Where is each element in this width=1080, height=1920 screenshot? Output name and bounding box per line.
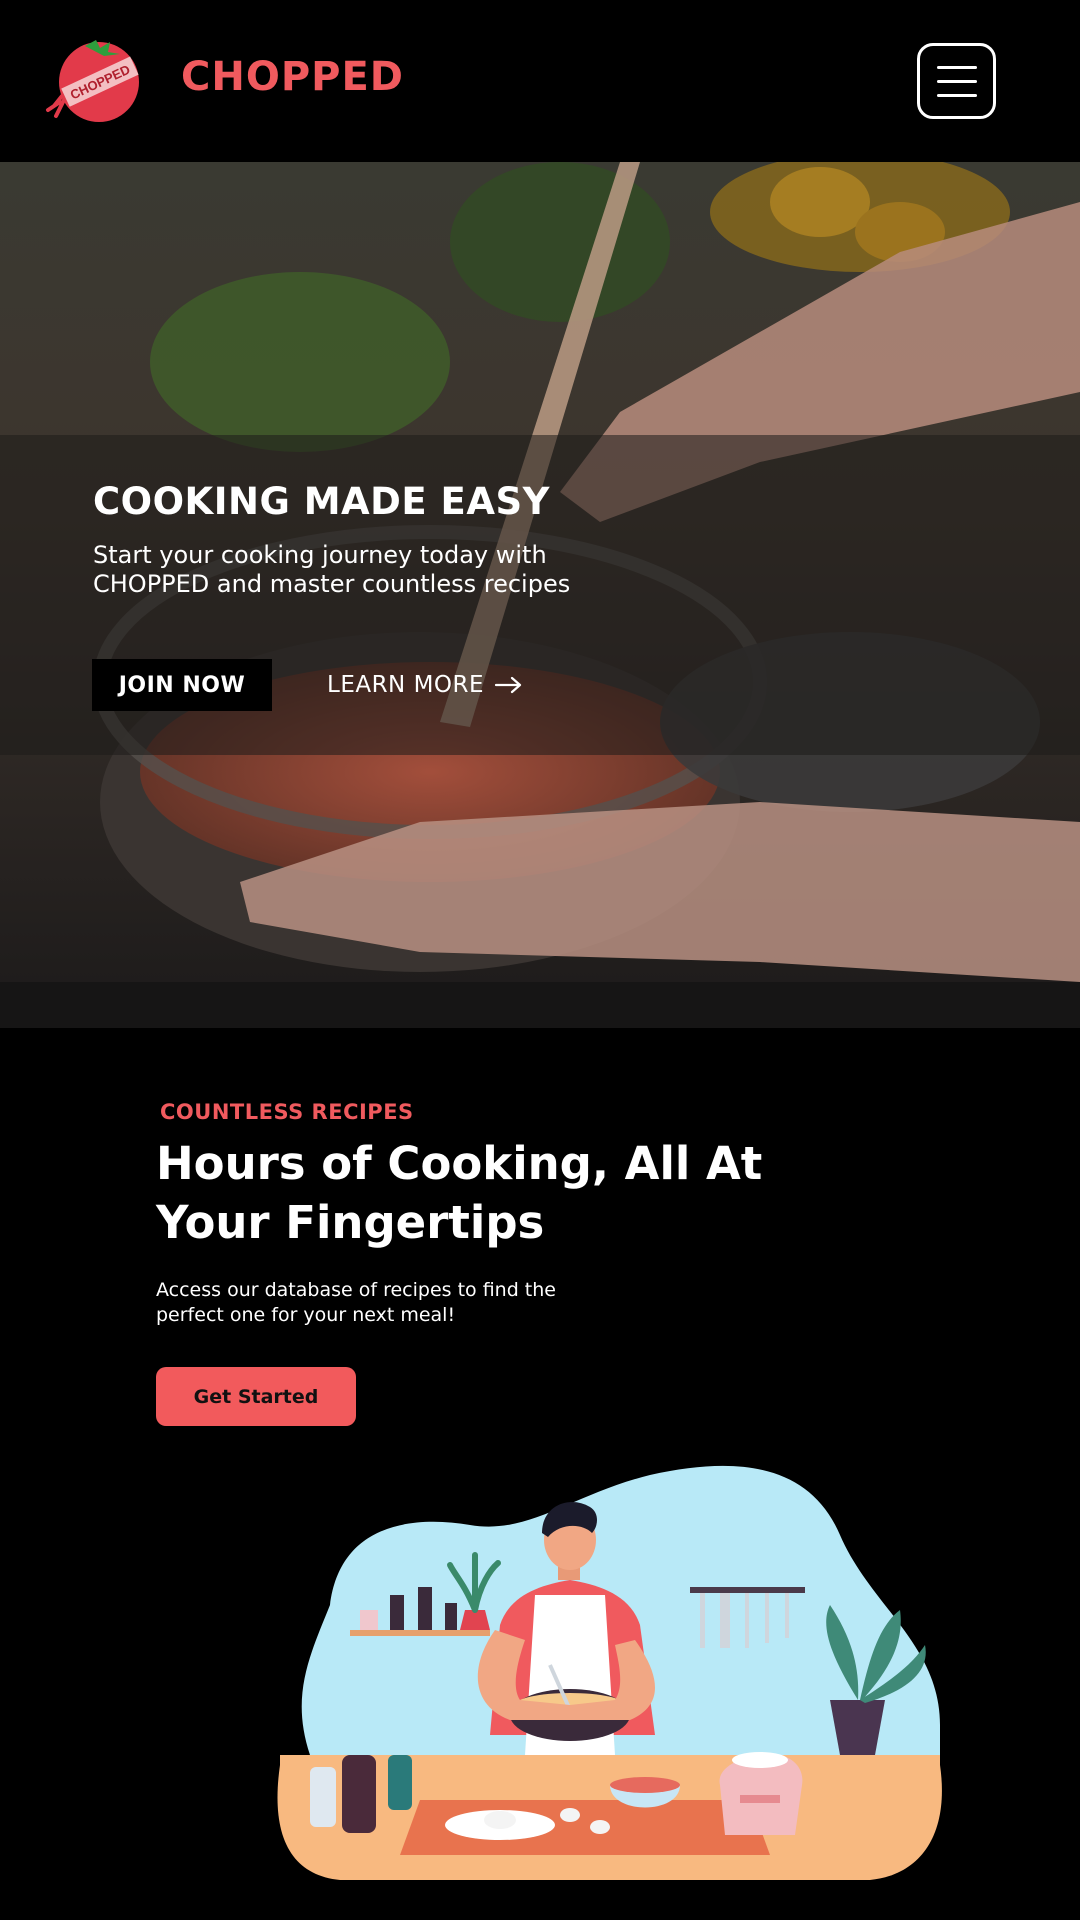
hero-section: COOKING MADE EASY Start your cooking jou… — [0, 162, 1080, 1028]
hamburger-menu-button[interactable] — [917, 43, 996, 119]
chef-cooking-illustration — [277, 1465, 942, 1880]
section-headline: Hours of Cooking, All At Your Fingertips — [156, 1137, 763, 1249]
get-started-button[interactable]: Get Started — [156, 1367, 356, 1426]
menu-line — [936, 79, 977, 83]
join-now-button[interactable]: JOIN NOW — [92, 659, 272, 711]
section-description: Access our database of recipes to find t… — [156, 1279, 556, 1326]
tomato-logo-icon[interactable]: CHOPPED — [40, 34, 148, 126]
hero-subtitle: Start your cooking journey today with CH… — [93, 541, 571, 598]
section-eyebrow: COUNTLESS RECIPES — [160, 1100, 414, 1124]
site-header: CHOPPED CHOPPED — [0, 0, 1080, 162]
menu-line — [936, 93, 977, 97]
learn-more-link[interactable]: LEARN MORE — [327, 659, 524, 711]
arrow-right-icon — [494, 676, 522, 694]
learn-more-label: LEARN MORE — [327, 672, 485, 698]
brand-name[interactable]: CHOPPED — [181, 54, 404, 100]
menu-line — [936, 65, 977, 69]
hero-title: COOKING MADE EASY — [93, 480, 550, 523]
